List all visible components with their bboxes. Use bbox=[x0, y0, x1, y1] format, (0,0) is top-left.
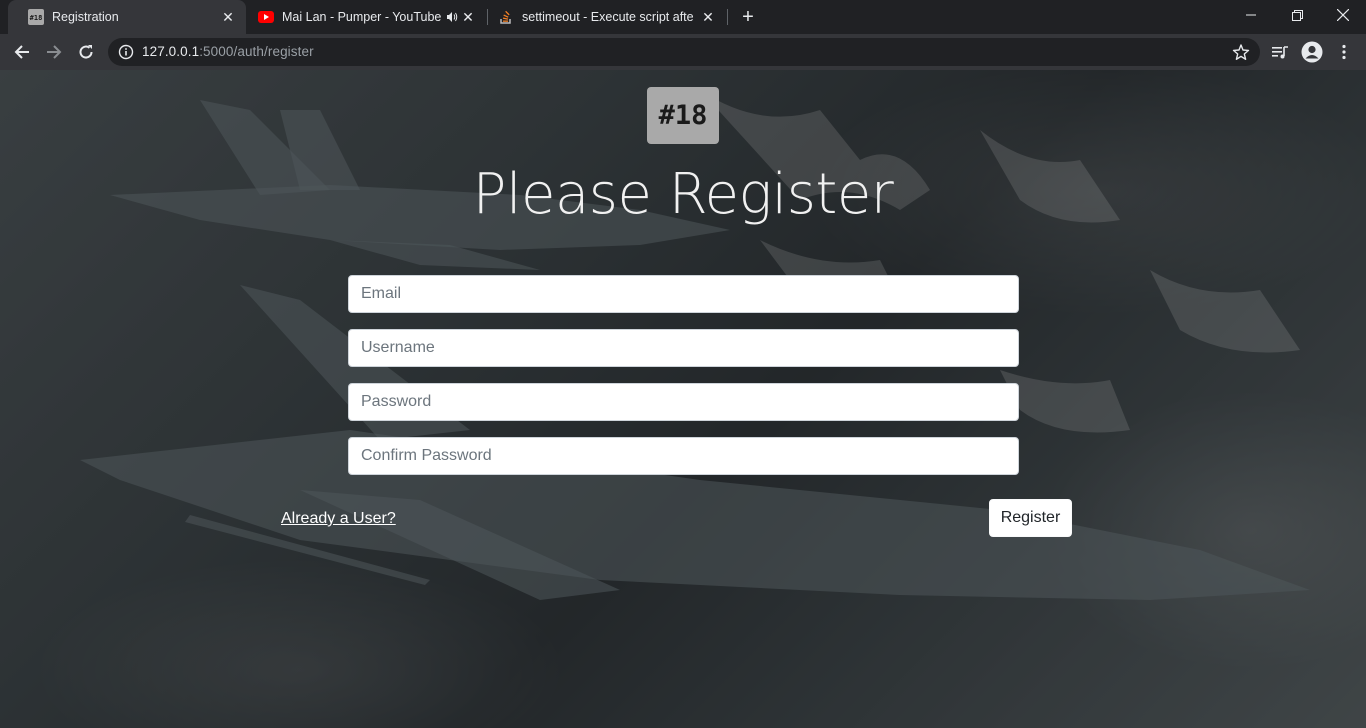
media-control-icon[interactable] bbox=[1266, 38, 1294, 66]
already-user-link[interactable]: Already a User? bbox=[281, 510, 396, 528]
stackoverflow-icon bbox=[498, 9, 514, 25]
tab-close-icon[interactable]: ✕ bbox=[460, 9, 476, 25]
tab-registration[interactable]: #18 Registration ✕ bbox=[8, 0, 246, 34]
bookmark-star-icon[interactable] bbox=[1232, 43, 1250, 61]
page-viewport: #18 Please Register Already a User? Regi… bbox=[0, 70, 1366, 728]
tab-title: settimeout - Execute script after s bbox=[522, 10, 694, 24]
page-favicon-icon: #18 bbox=[28, 9, 44, 25]
youtube-icon bbox=[258, 9, 274, 25]
browser-toolbar: 127.0.0.1:5000/auth/register bbox=[0, 34, 1366, 70]
restore-icon[interactable] bbox=[1274, 0, 1320, 30]
svg-text:#18: #18 bbox=[30, 14, 43, 22]
confirm-password-field[interactable] bbox=[348, 437, 1019, 475]
speaker-icon[interactable] bbox=[445, 10, 459, 24]
close-window-icon[interactable] bbox=[1320, 0, 1366, 30]
tab-separator bbox=[727, 9, 728, 25]
username-field[interactable] bbox=[348, 329, 1019, 367]
tab-strip: #18 Registration ✕ Mai Lan - Pumper - Yo… bbox=[0, 0, 1366, 34]
back-icon[interactable] bbox=[8, 38, 36, 66]
new-tab-icon[interactable]: + bbox=[737, 6, 759, 28]
url-host: 127.0.0.1 bbox=[142, 44, 200, 59]
page-title: Please Register bbox=[472, 162, 894, 227]
reload-icon[interactable] bbox=[72, 38, 100, 66]
email-field[interactable] bbox=[348, 275, 1019, 313]
address-bar[interactable]: 127.0.0.1:5000/auth/register bbox=[108, 38, 1260, 66]
menu-kebab-icon[interactable] bbox=[1330, 38, 1358, 66]
tab-stackoverflow[interactable]: settimeout - Execute script after s ✕ bbox=[488, 0, 726, 34]
tab-close-icon[interactable]: ✕ bbox=[220, 9, 236, 25]
forward-icon[interactable] bbox=[40, 38, 68, 66]
minimize-icon[interactable] bbox=[1228, 0, 1274, 30]
profile-avatar-icon[interactable] bbox=[1298, 38, 1326, 66]
password-field[interactable] bbox=[348, 383, 1019, 421]
site-info-icon[interactable] bbox=[118, 44, 134, 60]
tab-title: Mai Lan - Pumper - YouTube bbox=[282, 10, 442, 24]
url-path: :5000/auth/register bbox=[199, 44, 314, 59]
tab-youtube[interactable]: Mai Lan - Pumper - YouTube ✕ bbox=[246, 0, 486, 34]
tab-close-icon[interactable]: ✕ bbox=[700, 9, 716, 25]
tab-title: Registration bbox=[52, 10, 119, 24]
site-logo: #18 bbox=[647, 87, 719, 144]
register-button[interactable]: Register bbox=[989, 499, 1072, 537]
url-text: 127.0.0.1:5000/auth/register bbox=[142, 44, 314, 59]
